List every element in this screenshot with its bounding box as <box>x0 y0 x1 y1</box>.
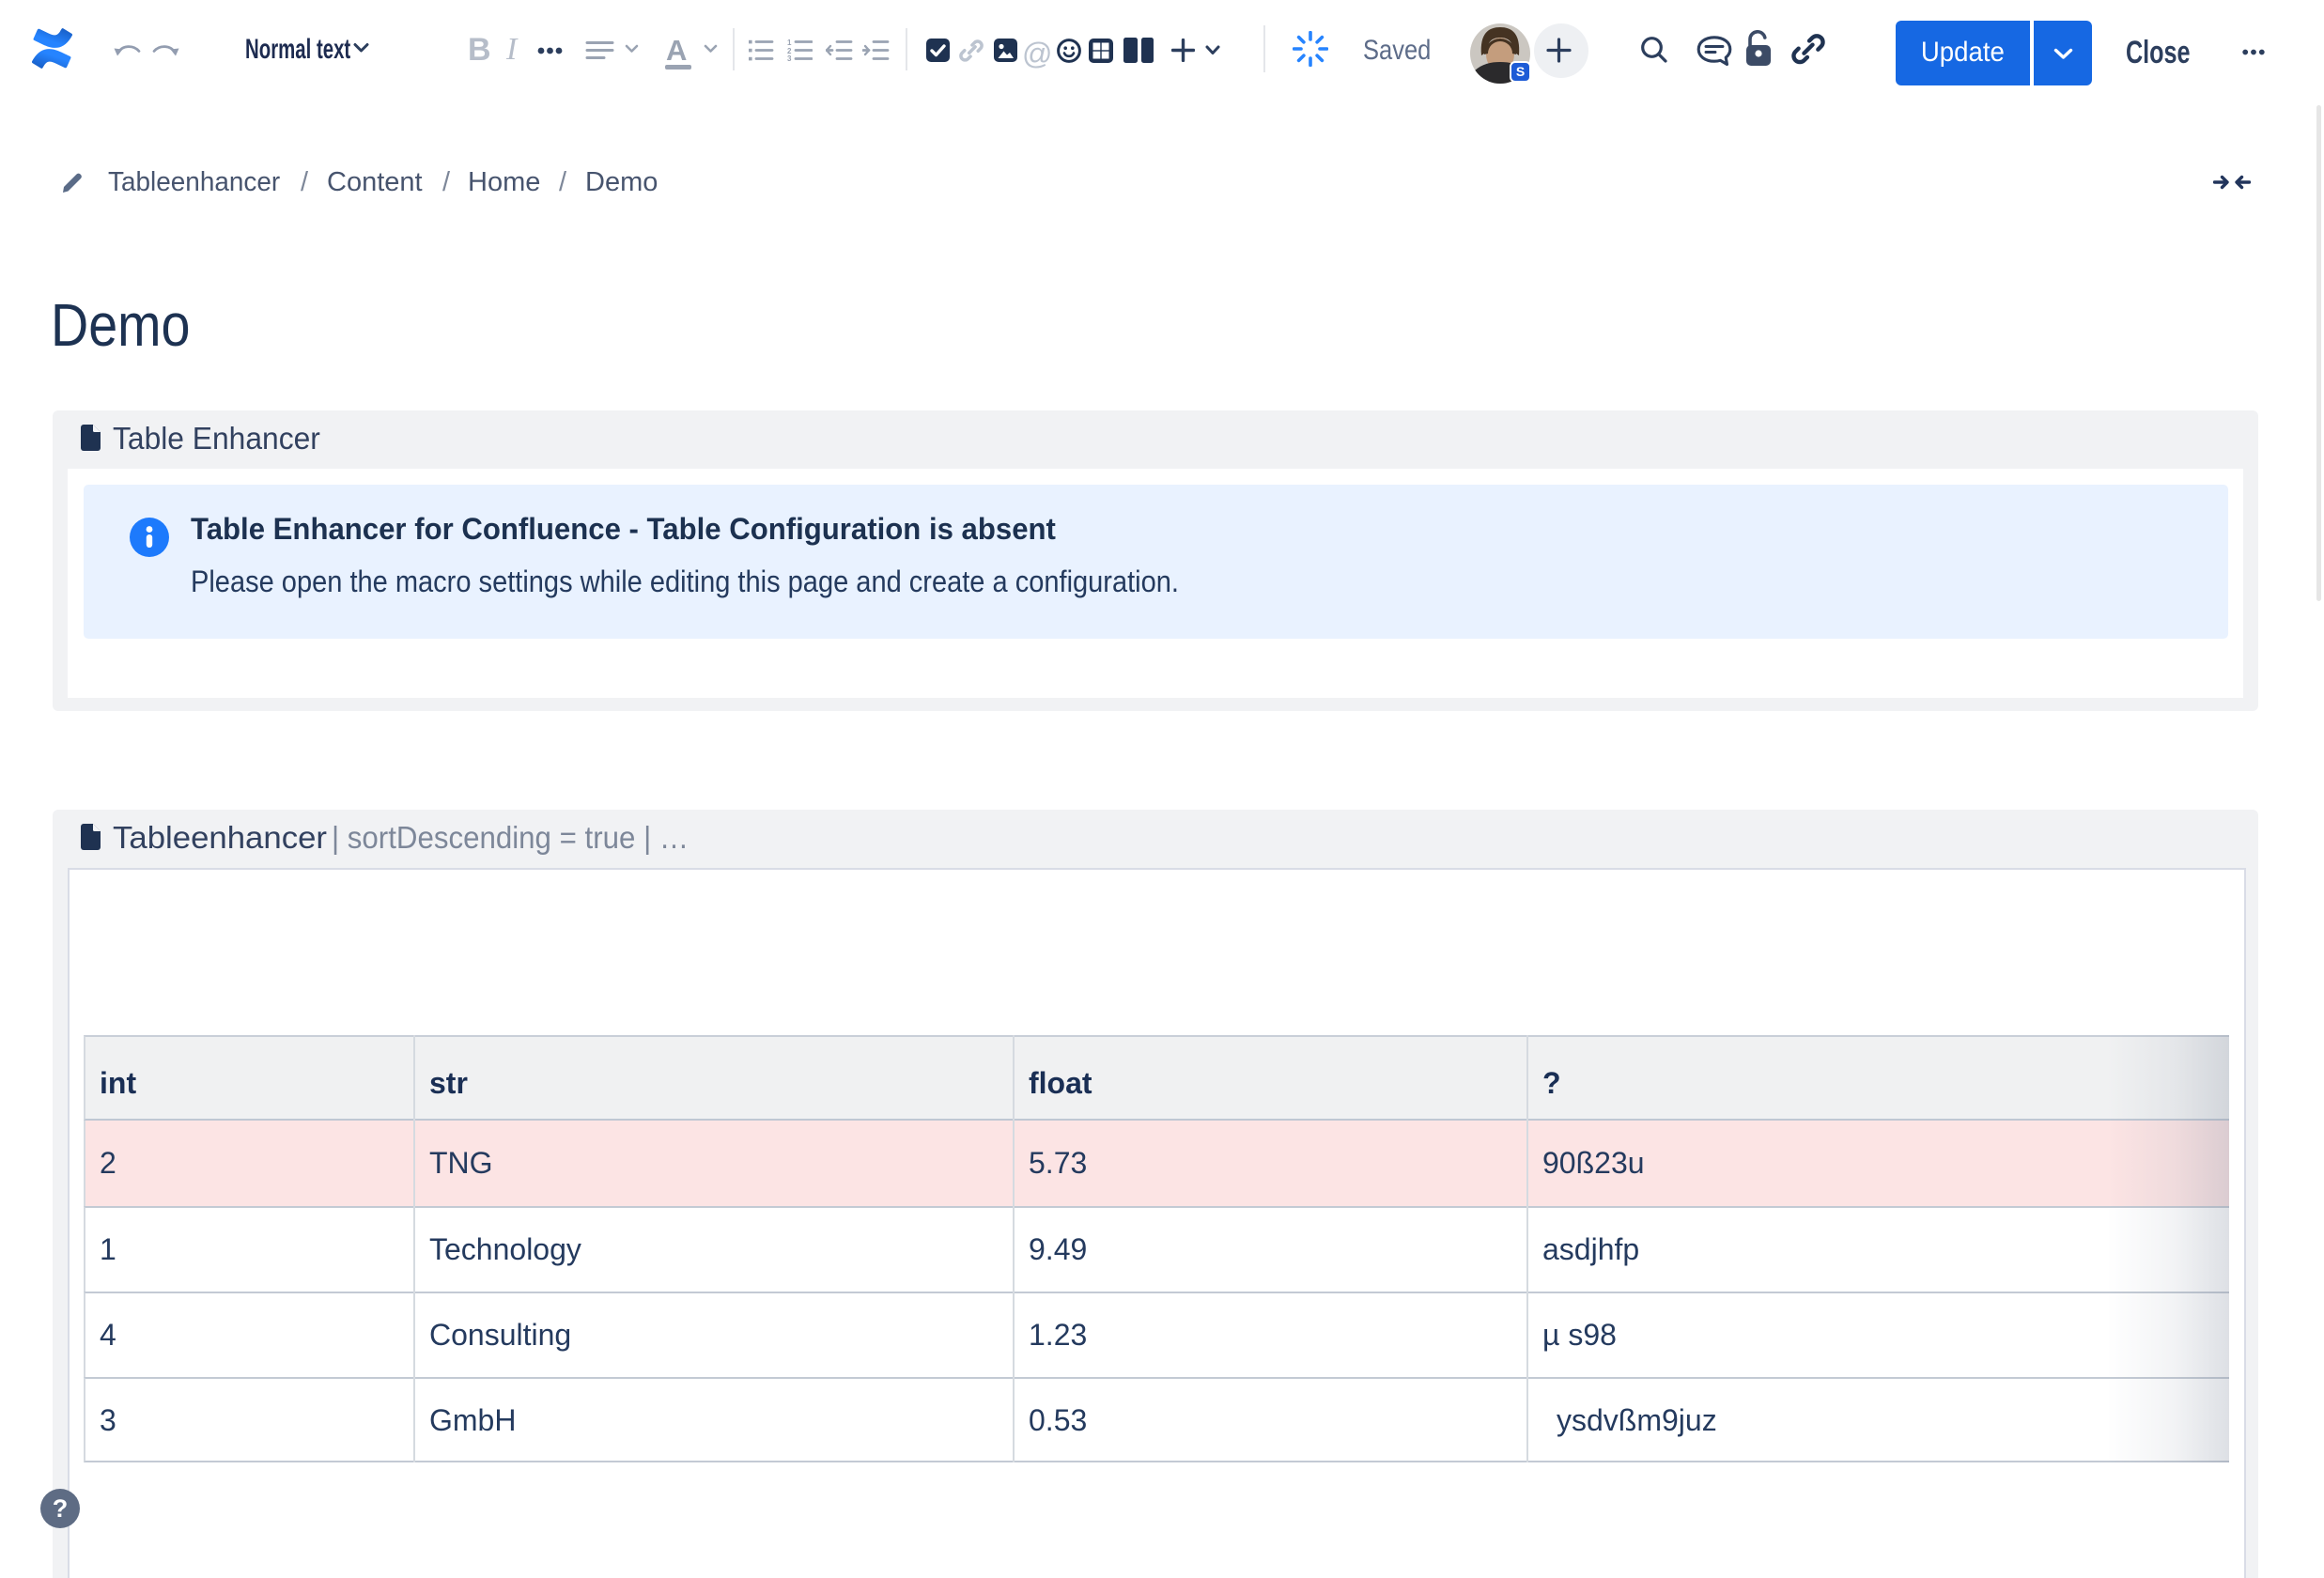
svg-text:3: 3 <box>787 54 792 61</box>
svg-text:1: 1 <box>787 39 792 47</box>
